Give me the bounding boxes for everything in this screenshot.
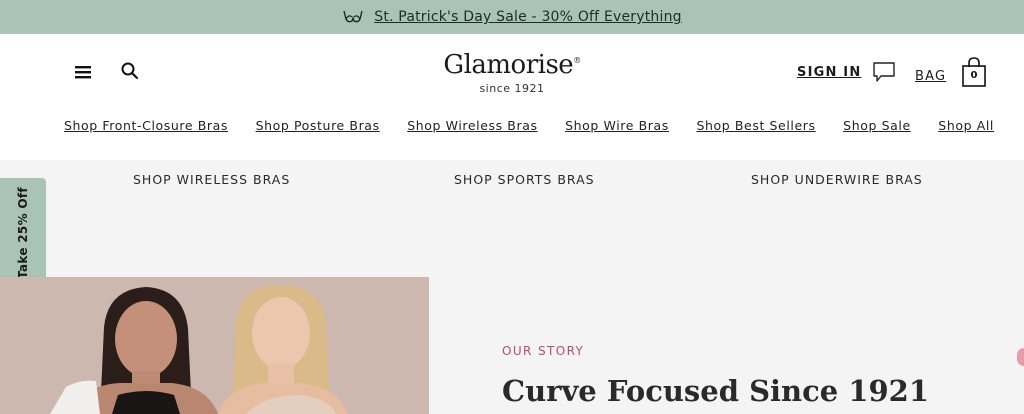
promo-bar: St. Patrick's Day Sale - 30% Off Everyth…: [0, 0, 1024, 34]
logo-mark: ®: [573, 56, 581, 65]
logo-tagline: since 1921: [479, 82, 545, 95]
category-link-wireless[interactable]: SHOP WIRELESS BRAS: [133, 172, 290, 187]
main-nav: Shop Front-Closure Bras Shop Posture Bra…: [64, 118, 994, 133]
hero-image: [0, 277, 429, 414]
story-kicker: OUR STORY: [502, 344, 585, 358]
bag-count: 0: [970, 70, 978, 81]
nav-link-shop-all[interactable]: Shop All: [938, 118, 994, 133]
sign-in-link[interactable]: SIGN IN: [797, 65, 861, 80]
nav-link-wire-bras[interactable]: Shop Wire Bras: [565, 118, 669, 133]
category-links: SHOP WIRELESS BRAS SHOP SPORTS BRAS SHOP…: [0, 172, 1024, 192]
floating-widget-button[interactable]: [1017, 348, 1024, 366]
bag-link[interactable]: BAG: [915, 69, 946, 84]
offer-tab[interactable]: Take 25% Off: [0, 178, 46, 288]
chat-bubble-icon[interactable]: [872, 61, 896, 83]
story-title: Curve Focused Since 1921: [502, 374, 930, 408]
category-link-underwire[interactable]: SHOP UNDERWIRE BRAS: [751, 172, 923, 187]
models-photo: [0, 277, 429, 414]
brand-logo[interactable]: Glamorise® since 1921: [412, 50, 612, 95]
search-icon[interactable]: [120, 61, 140, 81]
nav-link-posture-bras[interactable]: Shop Posture Bras: [256, 118, 380, 133]
nav-link-front-closure-bras[interactable]: Shop Front-Closure Bras: [64, 118, 228, 133]
promo-link[interactable]: St. Patrick's Day Sale - 30% Off Everyth…: [374, 9, 682, 25]
offer-tab-label: Take 25% Off: [16, 187, 30, 279]
nav-link-sale[interactable]: Shop Sale: [843, 118, 911, 133]
logo-brand: Glamorise: [443, 50, 574, 80]
nav-link-best-sellers[interactable]: Shop Best Sellers: [696, 118, 815, 133]
hamburger-menu-icon[interactable]: [74, 64, 92, 80]
site-header: Glamorise® since 1921 SIGN IN BAG 0 Shop…: [0, 34, 1024, 160]
category-link-sports[interactable]: SHOP SPORTS BRAS: [454, 172, 595, 187]
nav-link-wireless-bras[interactable]: Shop Wireless Bras: [407, 118, 537, 133]
bra-icon: [343, 10, 363, 23]
